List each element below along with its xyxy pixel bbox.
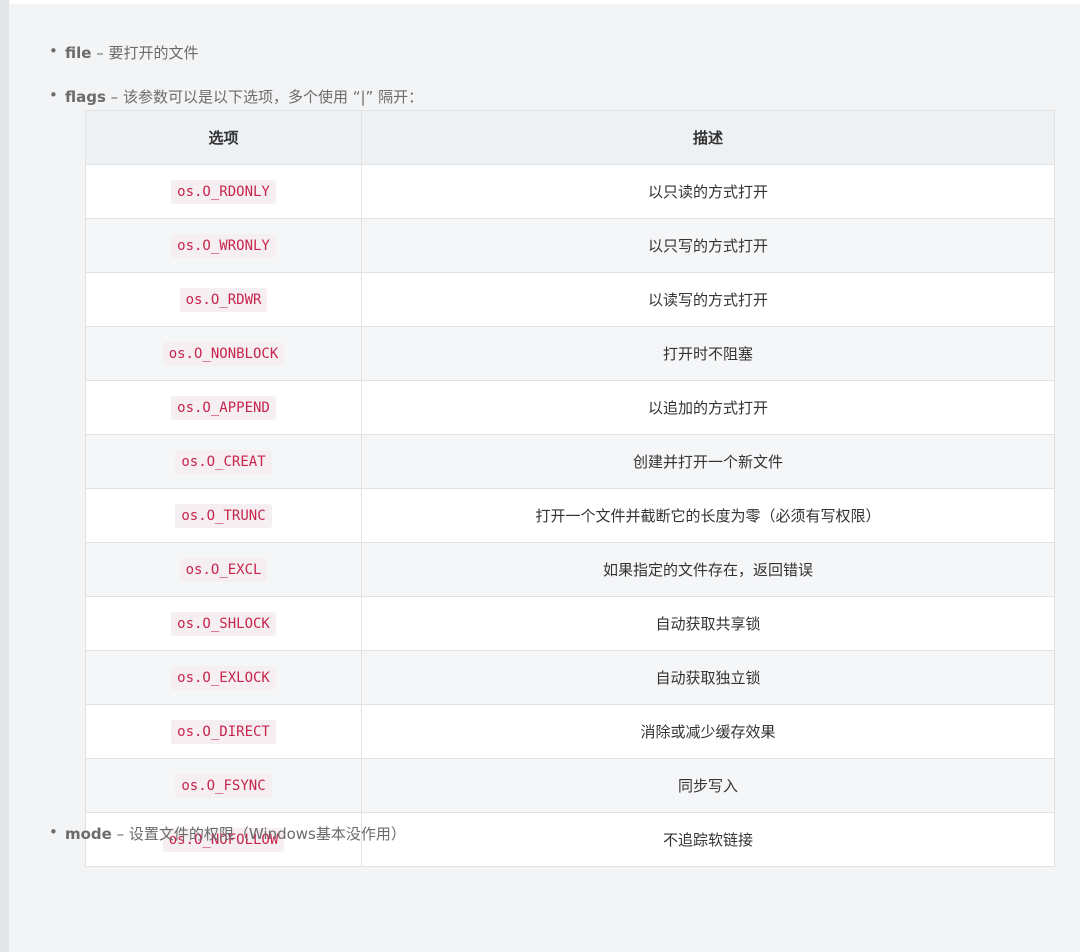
option-cell: os.O_APPEND xyxy=(85,380,362,435)
option-code: os.O_EXCL xyxy=(179,557,268,582)
option-code: os.O_WRONLY xyxy=(171,233,276,258)
table-row: os.O_EXLOCK 自动获取独立锁 xyxy=(85,650,1055,705)
table-row: os.O_NONBLOCK 打开时不阻塞 xyxy=(85,326,1055,381)
option-code: os.O_SHLOCK xyxy=(171,611,276,636)
description-cell: 自动获取共享锁 xyxy=(361,596,1055,651)
option-code: os.O_FSYNC xyxy=(175,773,272,798)
description-cell: 以读写的方式打开 xyxy=(361,272,1055,327)
param-desc: – 设置文件的权限（Windows基本没作用） xyxy=(111,825,406,843)
param-file: • file – 要打开的文件 xyxy=(49,42,199,63)
table-header-row: 选项 描述 xyxy=(85,110,1055,165)
description-cell: 同步写入 xyxy=(361,758,1055,813)
description-cell: 以只读的方式打开 xyxy=(361,164,1055,219)
param-name: mode xyxy=(65,825,112,843)
param-desc: – 要打开的文件 xyxy=(91,44,199,62)
option-cell: os.O_CREAT xyxy=(85,434,362,489)
option-cell: os.O_TRUNC xyxy=(85,488,362,543)
bullet-icon: • xyxy=(49,823,58,841)
table-row: os.O_APPEND 以追加的方式打开 xyxy=(85,380,1055,435)
description-cell: 如果指定的文件存在，返回错误 xyxy=(361,542,1055,597)
option-cell: os.O_NONBLOCK xyxy=(85,326,362,381)
param-flags: • flags – 该参数可以是以下选项，多个使用 “|” 隔开： xyxy=(49,86,424,107)
header-description: 描述 xyxy=(361,110,1055,165)
param-mode: • mode – 设置文件的权限（Windows基本没作用） xyxy=(49,823,406,844)
description-cell: 打开时不阻塞 xyxy=(361,326,1055,381)
table-row: os.O_DIRECT 消除或减少缓存效果 xyxy=(85,704,1055,759)
description-cell: 以追加的方式打开 xyxy=(361,380,1055,435)
option-code: os.O_RDONLY xyxy=(171,179,276,204)
description-cell: 自动获取独立锁 xyxy=(361,650,1055,705)
description-cell: 创建并打开一个新文件 xyxy=(361,434,1055,489)
table-body: os.O_RDONLY 以只读的方式打开 os.O_WRONLY 以只写的方式打开 os… xyxy=(85,164,1055,867)
option-cell: os.O_EXLOCK xyxy=(85,650,362,705)
option-code: os.O_NONBLOCK xyxy=(162,341,285,366)
option-code: os.O_CREAT xyxy=(175,449,272,474)
table-row: os.O_SHLOCK 自动获取共享锁 xyxy=(85,596,1055,651)
option-cell: os.O_WRONLY xyxy=(85,218,362,273)
table-row: os.O_EXCL 如果指定的文件存在，返回错误 xyxy=(85,542,1055,597)
table-row: os.O_TRUNC 打开一个文件并截断它的长度为零（必须有写权限） xyxy=(85,488,1055,543)
param-name: flags xyxy=(65,88,106,106)
bullet-icon: • xyxy=(49,86,58,104)
option-cell: os.O_DIRECT xyxy=(85,704,362,759)
left-border xyxy=(0,0,9,952)
description-cell: 打开一个文件并截断它的长度为零（必须有写权限） xyxy=(361,488,1055,543)
option-cell: os.O_EXCL xyxy=(85,542,362,597)
table-row: os.O_RDONLY 以只读的方式打开 xyxy=(85,164,1055,219)
doc-content: • file – 要打开的文件 • flags – 该参数可以是以下选项，多个使… xyxy=(9,4,1080,952)
table-row: os.O_FSYNC 同步写入 xyxy=(85,758,1055,813)
option-code: os.O_TRUNC xyxy=(175,503,272,528)
description-cell: 以只写的方式打开 xyxy=(361,218,1055,273)
option-cell: os.O_RDONLY xyxy=(85,164,362,219)
option-code: os.O_RDWR xyxy=(179,287,268,312)
flags-table: 选项 描述 os.O_RDONLY 以只读的方式打开 os.O_WRONLY 以只写的… xyxy=(85,110,1055,867)
bullet-icon: • xyxy=(49,42,58,60)
option-cell: os.O_FSYNC xyxy=(85,758,362,813)
description-cell: 不追踪软链接 xyxy=(361,812,1055,867)
param-desc: – 该参数可以是以下选项，多个使用 “|” 隔开： xyxy=(105,88,424,106)
table-row: os.O_RDWR 以读写的方式打开 xyxy=(85,272,1055,327)
option-code: os.O_EXLOCK xyxy=(171,665,276,690)
option-cell: os.O_SHLOCK xyxy=(85,596,362,651)
option-code: os.O_DIRECT xyxy=(171,719,276,744)
option-code: os.O_APPEND xyxy=(171,395,276,420)
option-cell: os.O_RDWR xyxy=(85,272,362,327)
header-option: 选项 xyxy=(85,110,362,165)
table-row: os.O_WRONLY 以只写的方式打开 xyxy=(85,218,1055,273)
description-cell: 消除或减少缓存效果 xyxy=(361,704,1055,759)
param-name: file xyxy=(65,44,92,62)
table-row: os.O_CREAT 创建并打开一个新文件 xyxy=(85,434,1055,489)
